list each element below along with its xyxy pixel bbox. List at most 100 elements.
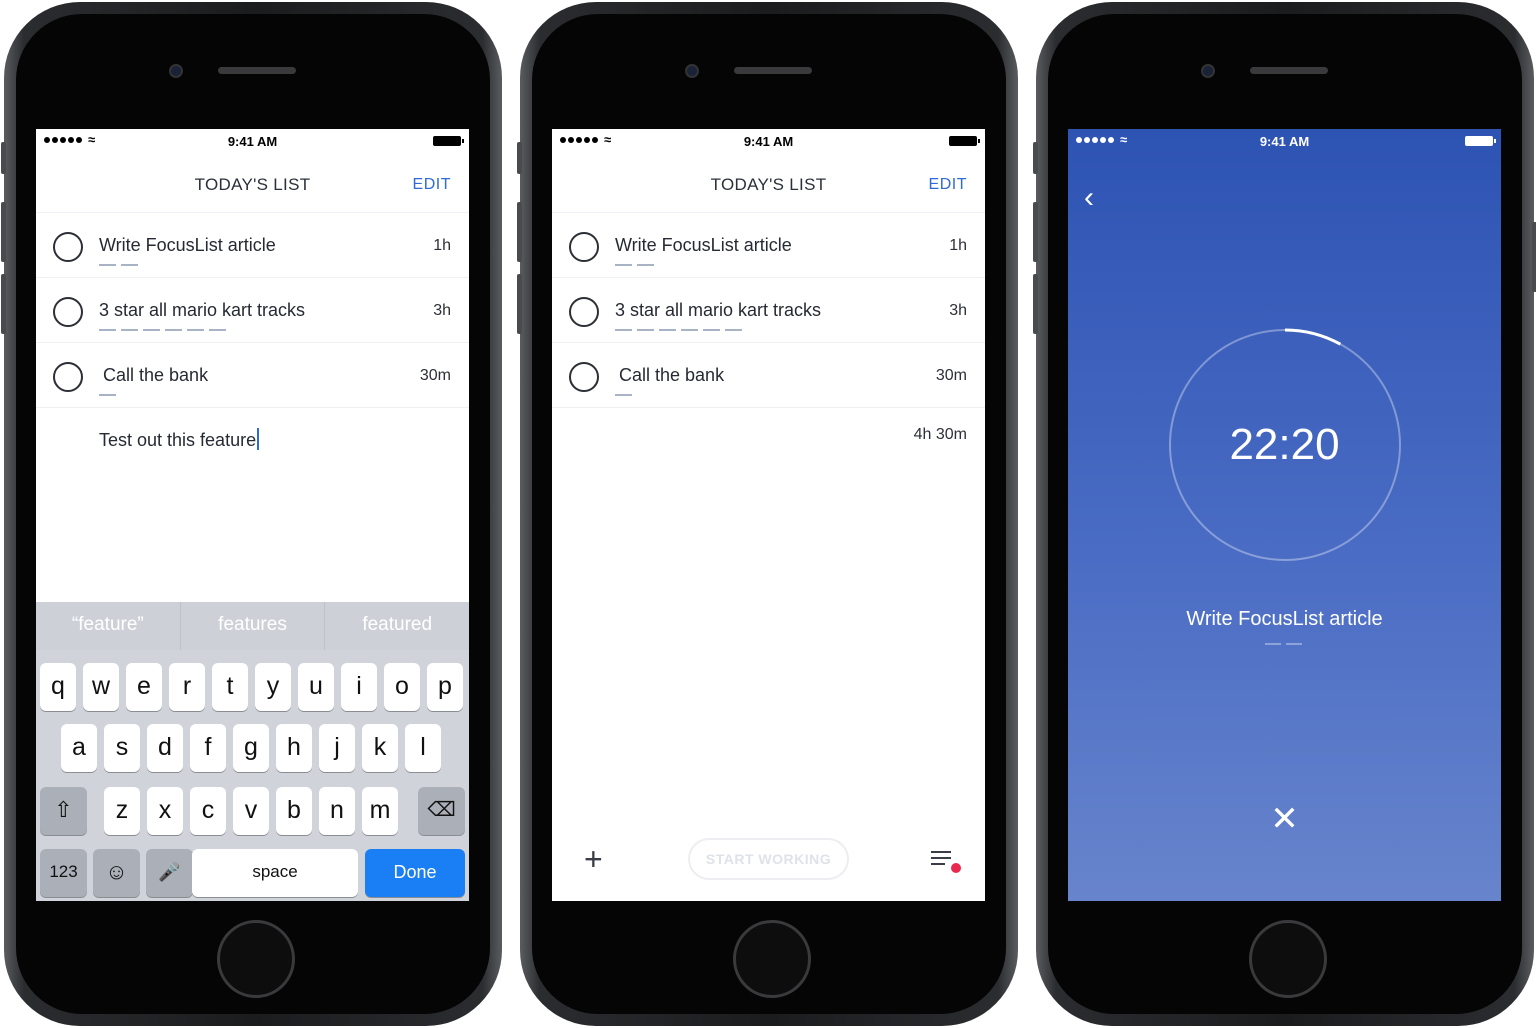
status-time: 9:41 AM	[1259, 134, 1310, 149]
task-row[interactable]: 3 star all mario kart tracks 3h	[552, 278, 985, 343]
close-icon[interactable]: ✕	[1068, 799, 1501, 839]
pomodoro-dashes	[99, 264, 138, 266]
plus-icon[interactable]: +	[584, 843, 603, 875]
volume-down-button	[517, 274, 522, 334]
key-z[interactable]: z	[104, 787, 140, 835]
microphone-icon[interactable]: 🎤	[146, 849, 193, 897]
pomodoro-dashes	[615, 394, 632, 396]
notification-badge	[951, 863, 961, 873]
pomodoro-dashes	[615, 329, 742, 331]
key-o[interactable]: o	[384, 663, 420, 711]
task-duration: 1h	[433, 237, 451, 254]
pomodoro-dashes	[99, 394, 116, 396]
edit-button[interactable]: EDIT	[929, 176, 967, 194]
key-m[interactable]: m	[362, 787, 398, 835]
key-g[interactable]: g	[233, 724, 269, 772]
task-duration: 30m	[419, 367, 451, 384]
circle-outline-icon[interactable]	[569, 232, 599, 262]
key-x[interactable]: x	[147, 787, 183, 835]
volume-up-button	[517, 202, 522, 262]
task-label: 3 star all mario kart tracks	[99, 300, 306, 320]
task-row[interactable]: Call the bank 30m	[36, 343, 469, 408]
home-button[interactable]	[733, 920, 811, 998]
space-key[interactable]: space	[192, 849, 358, 897]
key-d[interactable]: d	[147, 724, 183, 772]
focus-task-label: Write FocusList article	[1186, 608, 1383, 630]
home-button[interactable]	[217, 920, 295, 998]
suggestion-item[interactable]: features	[181, 602, 326, 650]
status-bar: ≈ 9:41 AM	[1068, 129, 1501, 153]
suggestion-item[interactable]: featured	[325, 602, 469, 650]
pomodoro-dashes	[615, 264, 654, 266]
task-row[interactable]: Write FocusList article 1h	[36, 213, 469, 278]
circle-outline-icon[interactable]	[53, 297, 83, 327]
task-duration: 3h	[949, 302, 967, 319]
front-camera	[1201, 64, 1215, 78]
volume-up-button	[1033, 202, 1038, 262]
battery-icon	[1465, 136, 1496, 146]
key-r[interactable]: r	[169, 663, 205, 711]
key-v[interactable]: v	[233, 787, 269, 835]
done-key[interactable]: Done	[365, 849, 465, 897]
battery-icon	[433, 136, 464, 146]
backspace-icon[interactable]: ⌫	[418, 787, 465, 835]
task-row[interactable]: Call the bank 30m	[552, 343, 985, 408]
home-button[interactable]	[1249, 920, 1327, 998]
status-bar: ≈ 9:41 AM	[552, 129, 985, 153]
numbers-key[interactable]: 123	[40, 849, 87, 897]
suggestion-item[interactable]: “feature”	[36, 602, 181, 650]
key-q[interactable]: q	[40, 663, 76, 711]
suggestion-bar: “feature” features featured	[36, 602, 469, 650]
key-y[interactable]: y	[255, 663, 291, 711]
timer-display: 22:20	[1229, 420, 1340, 469]
new-task-input[interactable]: Test out this feature	[99, 428, 260, 451]
nav-bar: TODAY'S LIST EDIT	[36, 159, 469, 213]
key-t[interactable]: t	[212, 663, 248, 711]
key-f[interactable]: f	[190, 724, 226, 772]
emoji-icon[interactable]: ☺	[93, 849, 140, 897]
key-b[interactable]: b	[276, 787, 312, 835]
page-title: TODAY'S LIST	[710, 175, 827, 194]
list-menu-icon[interactable]	[931, 851, 953, 867]
key-s[interactable]: s	[104, 724, 140, 772]
task-label: Call the bank	[103, 365, 209, 385]
key-p[interactable]: p	[427, 663, 463, 711]
front-camera	[169, 64, 183, 78]
screen-focus-timer: ≈ 9:41 AM ‹ 22:20 Write FocusList articl…	[1068, 129, 1501, 901]
task-row[interactable]: Write FocusList article 1h	[552, 213, 985, 278]
power-button	[1532, 222, 1536, 292]
task-duration: 3h	[433, 302, 451, 319]
key-h[interactable]: h	[276, 724, 312, 772]
text-cursor	[257, 428, 260, 450]
shift-icon[interactable]: ⇧	[40, 787, 87, 835]
key-k[interactable]: k	[362, 724, 398, 772]
key-j[interactable]: j	[319, 724, 355, 772]
volume-down-button	[1033, 274, 1038, 334]
key-c[interactable]: c	[190, 787, 226, 835]
task-row[interactable]: 3 star all mario kart tracks 3h	[36, 278, 469, 343]
key-a[interactable]: a	[61, 724, 97, 772]
status-time: 9:41 AM	[227, 134, 278, 149]
circle-outline-icon[interactable]	[569, 362, 599, 392]
key-e[interactable]: e	[126, 663, 162, 711]
key-i[interactable]: i	[341, 663, 377, 711]
circle-outline-icon[interactable]	[53, 232, 83, 262]
key-l[interactable]: l	[405, 724, 441, 772]
key-w[interactable]: w	[83, 663, 119, 711]
earpiece-speaker	[218, 67, 296, 74]
task-duration: 1h	[949, 237, 967, 254]
battery-icon	[949, 136, 980, 146]
status-time: 9:41 AM	[743, 134, 794, 149]
chevron-left-icon[interactable]: ‹	[1084, 181, 1094, 215]
circle-outline-icon[interactable]	[53, 362, 83, 392]
edit-button[interactable]: EDIT	[413, 176, 451, 194]
phone-frame-3: ≈ 9:41 AM ‹ 22:20 Write FocusList articl…	[1033, 2, 1536, 1026]
key-u[interactable]: u	[298, 663, 334, 711]
task-label: Call the bank	[619, 365, 725, 385]
circle-outline-icon[interactable]	[569, 297, 599, 327]
phone-frame-1: ≈ 9:41 AM TODAY'S LIST EDIT Write FocusL…	[1, 2, 502, 1026]
start-working-button[interactable]: START WORKING	[688, 838, 849, 880]
volume-up-button	[1, 202, 6, 262]
mute-switch	[517, 142, 522, 174]
key-n[interactable]: n	[319, 787, 355, 835]
